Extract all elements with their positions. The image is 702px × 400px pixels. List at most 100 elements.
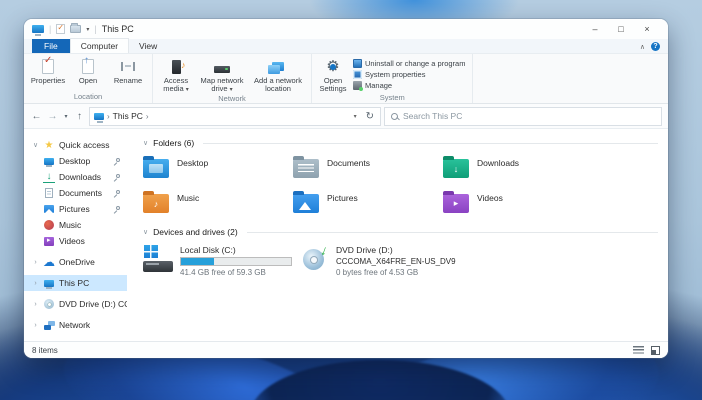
sidebar-item-this-pc[interactable]: › This PC [24, 275, 127, 291]
button-label: Open Settings [317, 77, 349, 93]
quick-access-star-icon: ★ [43, 139, 55, 151]
uninstall-program-button[interactable]: Uninstall or change a program [353, 59, 465, 68]
pictures-icon [43, 203, 55, 215]
collapse-section-chevron-icon[interactable]: ∨ [143, 228, 148, 236]
button-label: Rename [114, 77, 142, 85]
separator: | [94, 24, 96, 34]
status-bar: 8 items [24, 341, 668, 358]
button-label: Open [79, 77, 97, 85]
collapse-section-chevron-icon[interactable]: ∨ [143, 139, 148, 147]
sidebar-item-label: Music [59, 220, 81, 230]
ribbon-tab-row: File Computer View ∧ ? [24, 39, 668, 54]
folder-item-documents[interactable]: Documents [293, 156, 443, 178]
ribbon-group-network: Access media ▾ Map network drive ▾ Add a… [153, 54, 312, 103]
drive-item-dvd[interactable]: ↓ DVD Drive (D:) CCCOMA_X64FRE_EN-US_DV9… [301, 245, 658, 277]
open-icon: ↑ [79, 58, 97, 75]
sidebar-item-desktop[interactable]: Desktop [24, 153, 127, 169]
button-label: Add a network location [250, 77, 306, 93]
group-label-location: Location [29, 92, 147, 103]
sidebar-item-network[interactable]: › Network [24, 317, 127, 333]
access-media-button[interactable]: Access media ▾ [158, 57, 194, 94]
expand-chevron-icon[interactable]: › [32, 322, 39, 329]
customize-toolbar-caret-icon[interactable]: ▾ [86, 26, 89, 33]
folder-item-videos[interactable]: ▸ Videos [443, 191, 593, 213]
tab-file[interactable]: File [32, 39, 70, 53]
open-settings-button[interactable]: ⚙ Open Settings [317, 57, 349, 93]
folder-item-music[interactable]: ♪ Music [143, 191, 293, 213]
folder-item-downloads[interactable]: ↓ Downloads [443, 156, 593, 178]
tab-computer[interactable]: Computer [70, 38, 129, 53]
navigation-pane: ∨ ★ Quick access Desktop ↓ Downloads Doc… [24, 129, 127, 341]
local-disk-icon [143, 245, 173, 272]
details-view-icon[interactable] [633, 346, 644, 354]
item-count: 8 items [32, 346, 633, 355]
group-label-system: System [317, 93, 467, 104]
sidebar-item-videos[interactable]: Videos [24, 233, 127, 249]
sidebar-item-dvd-drive[interactable]: › DVD Drive (D:) CCCO [24, 296, 127, 312]
sidebar-item-quick-access[interactable]: ∨ ★ Quick access [24, 137, 127, 153]
tab-view[interactable]: View [129, 39, 167, 53]
folder-item-pictures[interactable]: Pictures [293, 191, 443, 213]
section-rule [247, 232, 658, 233]
back-button[interactable]: ← [30, 111, 43, 122]
expand-chevron-icon[interactable]: ∨ [32, 141, 39, 149]
sidebar-item-label: Videos [59, 236, 85, 246]
onedrive-cloud-icon: ☁ [43, 256, 55, 268]
help-icon[interactable]: ? [651, 42, 660, 51]
downloads-folder-icon: ↓ [443, 159, 469, 178]
expand-chevron-icon[interactable]: › [32, 280, 39, 287]
desktop-icon [43, 155, 55, 167]
network-drive-icon [213, 58, 231, 75]
add-network-location-button[interactable]: Add a network location [250, 57, 306, 93]
manage-button[interactable]: Manage [353, 81, 465, 90]
expand-chevron-icon[interactable]: › [32, 259, 39, 266]
open-button[interactable]: ↑ Open [69, 57, 107, 85]
this-pc-icon [32, 25, 44, 33]
button-label: System properties [365, 70, 425, 79]
videos-folder-icon: ▸ [443, 194, 469, 213]
ribbon-group-system: ⚙ Open Settings Uninstall or change a pr… [312, 54, 473, 103]
disk-usage-bar [180, 257, 292, 266]
forward-button[interactable]: → [46, 111, 59, 122]
file-list-pane: ∨ Folders (6) Desktop Documents ↓ [127, 129, 668, 341]
minimize-button[interactable]: – [582, 24, 608, 34]
maximize-button[interactable]: □ [608, 24, 634, 34]
address-dropdown-caret-icon[interactable]: ▾ [350, 113, 361, 120]
folder-label: Desktop [177, 156, 208, 168]
system-properties-button[interactable]: System properties [353, 70, 465, 79]
drive-item-local-disk[interactable]: Local Disk (C:) 41.4 GB free of 59.3 GB [143, 245, 301, 277]
breadcrumb[interactable]: This PC [113, 111, 143, 121]
folders-section-header[interactable]: ∨ Folders (6) [143, 138, 658, 148]
properties-shortcut-icon[interactable] [56, 24, 65, 34]
rename-button[interactable]: Rename [109, 57, 147, 85]
sidebar-item-documents[interactable]: Documents [24, 185, 127, 201]
button-label: Access media [163, 76, 188, 93]
new-folder-shortcut-icon[interactable] [70, 25, 81, 33]
disk-usage-fill [181, 258, 214, 265]
uninstall-icon [353, 59, 362, 68]
refresh-icon[interactable]: ↻ [364, 111, 376, 122]
quick-access-toolbar: | ▾ | This PC [32, 24, 582, 34]
up-button[interactable]: ↑ [73, 111, 86, 122]
titlebar[interactable]: | ▾ | This PC – □ × [24, 19, 668, 39]
drive-volume-label: CCCOMA_X64FRE_EN-US_DV9 [336, 257, 456, 266]
collapse-ribbon-icon[interactable]: ∧ [640, 43, 645, 51]
address-bar[interactable]: › This PC › ▾ ↻ [89, 107, 381, 126]
drives-section-header[interactable]: ∨ Devices and drives (2) [143, 227, 658, 237]
sidebar-item-label: OneDrive [59, 257, 95, 267]
drive-free-space: 0 bytes free of 4.53 GB [336, 268, 456, 277]
sidebar-item-label: Pictures [59, 204, 90, 214]
folder-item-desktop[interactable]: Desktop [143, 156, 293, 178]
expand-chevron-icon[interactable]: › [32, 301, 39, 308]
sidebar-item-downloads[interactable]: ↓ Downloads [24, 169, 127, 185]
sidebar-item-music[interactable]: Music [24, 217, 127, 233]
sidebar-item-pictures[interactable]: Pictures [24, 201, 127, 217]
large-icons-view-icon[interactable] [651, 346, 660, 355]
properties-button[interactable]: ✓ Properties [29, 57, 67, 85]
search-box[interactable]: Search This PC [384, 107, 662, 126]
map-network-drive-button[interactable]: Map network drive ▾ [196, 57, 248, 94]
pin-icon [116, 190, 120, 194]
close-button[interactable]: × [634, 24, 660, 34]
sidebar-item-onedrive[interactable]: › ☁ OneDrive [24, 254, 127, 270]
recent-locations-caret-icon[interactable]: ▾ [62, 113, 70, 120]
